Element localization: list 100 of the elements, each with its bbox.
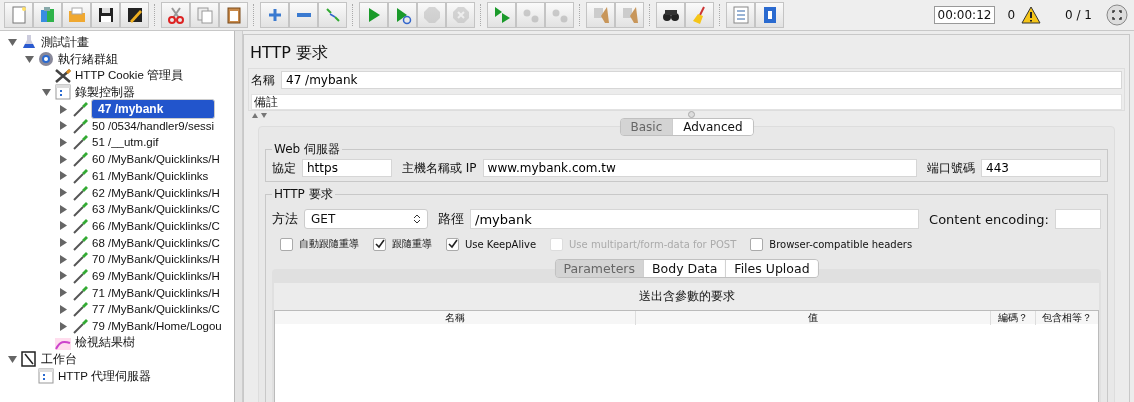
tab[interactable]: Advanced xyxy=(673,119,753,135)
warning-icon xyxy=(1021,6,1042,24)
protocol-label: 協定 xyxy=(272,159,296,177)
tree-item[interactable]: 68 /MyBank/Quicklinks/C xyxy=(91,236,221,249)
collapsed-arrow-icon[interactable] xyxy=(57,154,69,164)
tree-item[interactable]: 79 /MyBank/Home/Logou xyxy=(91,320,223,333)
tree-item[interactable]: 62 /MyBank/Quicklinks/H xyxy=(91,186,221,199)
tab[interactable]: Body Data xyxy=(644,260,727,277)
splitter-handle-icon[interactable] xyxy=(688,111,695,118)
pipette-icon xyxy=(71,134,89,151)
column-header[interactable]: 包含相等？ xyxy=(1036,310,1098,325)
elapsed-time: 00:00:12 xyxy=(933,6,996,24)
expanded-arrow-icon[interactable] xyxy=(6,354,18,364)
flask-icon xyxy=(20,34,38,51)
tree-item[interactable]: 70 /MyBank/Quicklinks/H xyxy=(91,253,221,266)
tree-item[interactable]: 71 /MyBank/Quicklinks/H xyxy=(91,286,221,299)
collapsed-arrow-icon[interactable] xyxy=(57,288,69,298)
tree-item[interactable]: 測試計畫 xyxy=(40,34,90,50)
comment-field[interactable]: 備註 xyxy=(251,94,1122,110)
pipette-icon xyxy=(71,151,89,168)
pipette-icon xyxy=(71,234,89,251)
collapsed-arrow-icon[interactable] xyxy=(57,104,69,114)
controller-icon xyxy=(54,84,72,101)
checkbox-label: 自動跟隨重導 xyxy=(299,237,359,251)
collapsed-arrow-icon[interactable] xyxy=(57,321,69,331)
section-legend: Web 伺服器 xyxy=(272,141,342,158)
tree-item[interactable]: 60 /MyBank/Quicklinks/H xyxy=(91,153,221,166)
collapsed-arrow-icon[interactable] xyxy=(57,238,69,248)
name-field[interactable]: 47 /mybank xyxy=(281,71,1122,89)
collapse-icon xyxy=(296,13,311,17)
column-header[interactable]: 名稱 xyxy=(275,310,636,325)
path-field[interactable]: /mybank xyxy=(470,209,920,229)
method-label: 方法 xyxy=(272,210,298,228)
tree-item[interactable]: 檢視結果樹 xyxy=(74,335,136,351)
splitter-arrows-icon[interactable] xyxy=(252,111,268,118)
tree-item[interactable]: HTTP 代理伺服器 xyxy=(57,368,152,384)
open-folder-icon xyxy=(66,5,87,25)
tree-item[interactable]: 51 /__utm.gif xyxy=(91,136,160,149)
collapsed-arrow-icon[interactable] xyxy=(57,304,69,314)
expanded-arrow-icon[interactable] xyxy=(23,54,35,64)
name-label: 名稱 xyxy=(251,71,275,89)
checkbox[interactable] xyxy=(750,237,764,251)
workbench-icon xyxy=(20,351,38,368)
checkbox[interactable] xyxy=(373,237,386,251)
checkbox-label: Use multipart/form-data for POST xyxy=(569,238,737,250)
stop-icon xyxy=(421,5,442,25)
collapsed-arrow-icon[interactable] xyxy=(57,171,69,181)
tree-item[interactable]: 執行緒群組 xyxy=(57,51,119,67)
tree-item[interactable]: 63 /MyBank/Quicklinks/C xyxy=(91,203,221,216)
checkbox-label: 跟隨重導 xyxy=(392,237,432,251)
gear-icon xyxy=(37,51,55,68)
encoding-field[interactable] xyxy=(1055,209,1101,229)
column-header[interactable]: 值 xyxy=(636,310,991,325)
port-field[interactable]: 443 xyxy=(981,159,1101,177)
collapsed-arrow-icon[interactable] xyxy=(57,121,69,131)
host-field[interactable]: www.mybank.com.tw xyxy=(482,159,917,177)
collapsed-arrow-icon[interactable] xyxy=(57,271,69,281)
toolbar-button[interactable] xyxy=(656,2,685,28)
tree-item[interactable]: 69 /MyBank/Quicklinks/H xyxy=(91,269,221,282)
tree-item[interactable]: 50 /0534/handler9/sessi xyxy=(91,119,216,132)
collapsed-arrow-icon[interactable] xyxy=(57,188,69,198)
pipette-icon xyxy=(71,117,89,134)
copy-icon xyxy=(194,5,215,25)
thread-count: 0 / 1 xyxy=(1065,8,1092,22)
toolbar-button[interactable] xyxy=(91,2,120,28)
path-label: 路徑 xyxy=(438,210,464,228)
tree-item[interactable]: 61 /MyBank/Quicklinks xyxy=(91,169,210,182)
tree-item[interactable]: 66 /MyBank/Quicklinks/C xyxy=(91,219,221,232)
tab[interactable]: Files Upload xyxy=(726,260,818,277)
pipette-icon xyxy=(71,101,89,118)
encoding-label: Content encoding: xyxy=(929,211,1049,227)
controller-icon xyxy=(37,368,55,385)
tree-item[interactable]: 錄製控制器 xyxy=(74,84,136,100)
checkbox[interactable] xyxy=(446,237,459,251)
panel-title: HTTP 要求 xyxy=(249,42,330,64)
tab[interactable]: Parameters xyxy=(555,260,644,277)
tree-item[interactable]: HTTP Cookie 管理員 xyxy=(74,68,184,84)
updown-arrows-icon xyxy=(413,213,421,225)
collapsed-arrow-icon[interactable] xyxy=(57,254,69,264)
cut-icon xyxy=(165,5,186,25)
toolbar-button[interactable] xyxy=(120,2,149,28)
pipette-icon xyxy=(71,284,89,301)
collapsed-arrow-icon[interactable] xyxy=(57,137,69,147)
expanded-arrow-icon[interactable] xyxy=(40,87,52,97)
tab[interactable]: Basic xyxy=(620,119,674,135)
expanded-arrow-icon[interactable] xyxy=(6,37,18,47)
tree-item[interactable]: 47 /mybank xyxy=(91,99,215,120)
pipette-icon xyxy=(71,301,89,318)
column-header[interactable]: 編碼？ xyxy=(991,310,1036,325)
collapsed-arrow-icon[interactable] xyxy=(57,204,69,214)
protocol-field[interactable]: https xyxy=(302,159,392,177)
method-dropdown[interactable]: GET xyxy=(304,209,428,229)
warning-count: 0 xyxy=(1007,8,1016,22)
tree-item[interactable]: 77 /MyBank/Quicklinks/C xyxy=(91,303,221,316)
tree-item[interactable]: 工作台 xyxy=(40,351,78,367)
pipette-icon xyxy=(71,318,89,335)
collapsed-arrow-icon[interactable] xyxy=(57,221,69,231)
pipette-icon xyxy=(71,217,89,234)
checkbox[interactable] xyxy=(280,237,293,251)
shutdown-icon xyxy=(450,5,471,25)
